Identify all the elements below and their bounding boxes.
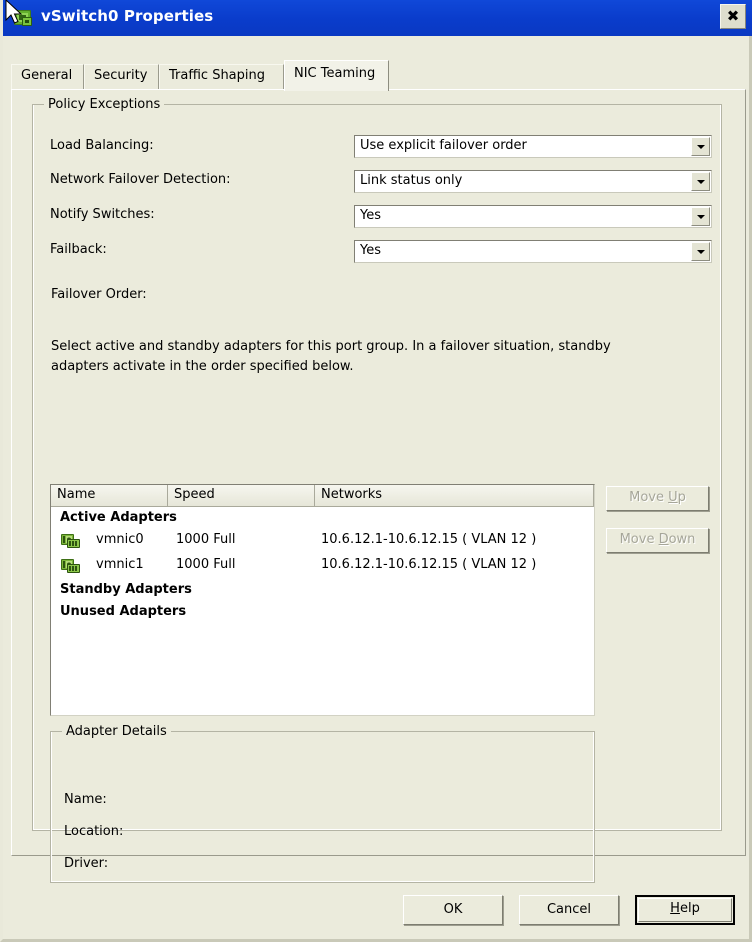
dialog-button-bar: OK Cancel Help	[3, 857, 749, 939]
tab-traffic-shaping[interactable]: Traffic Shaping	[159, 64, 284, 90]
list-group-unused-adapters: Unused Adapters	[60, 604, 187, 619]
adapter-networks: 10.6.12.1-10.6.12.15 ( VLAN 12 )	[321, 557, 537, 572]
failover-order-label: Failover Order:	[51, 287, 147, 302]
network-adapter-icon	[61, 534, 80, 548]
column-header-networks[interactable]: Networks	[315, 485, 594, 506]
tab-security[interactable]: Security	[84, 64, 159, 90]
move-down-button[interactable]: Move Down	[606, 528, 709, 553]
move-up-button[interactable]: Move Up	[606, 486, 709, 511]
column-header-speed[interactable]: Speed	[168, 485, 315, 506]
detail-location-label: Location:	[64, 824, 124, 839]
load-balancing-value: Use explicit failover order	[360, 138, 527, 153]
failback-label: Failback:	[50, 242, 107, 257]
failover-description-line2: adapters activate in the order specified…	[51, 359, 354, 374]
ok-button[interactable]: OK	[403, 895, 503, 925]
list-body: Active Adapters vmnic0 1000 Full 10.6.12…	[51, 507, 594, 623]
failover-order-list[interactable]: Name Speed Networks Active Adapters vmni…	[50, 484, 595, 716]
network-failover-detection-dropdown[interactable]: Link status only	[354, 170, 712, 193]
list-group-active-adapters: Active Adapters	[60, 510, 177, 525]
tab-traffic-shaping-label: Traffic Shaping	[169, 68, 266, 83]
detail-name-label: Name:	[64, 792, 107, 807]
table-row[interactable]: vmnic0 1000 Full 10.6.12.1-10.6.12.15 ( …	[51, 529, 594, 554]
ok-label: OK	[443, 902, 463, 917]
list-header-row: Name Speed Networks	[51, 485, 594, 507]
adapter-details-title: Adapter Details	[62, 724, 171, 739]
close-icon[interactable]: ✖	[720, 4, 746, 29]
policy-exceptions-title: Policy Exceptions	[44, 97, 165, 112]
move-up-label: Move Up	[629, 490, 686, 505]
cancel-button[interactable]: Cancel	[519, 895, 619, 925]
notify-switches-dropdown[interactable]: Yes	[354, 205, 712, 228]
dialog-window: vSwitch0 Properties ✖ General Security T…	[0, 0, 752, 942]
chevron-down-icon[interactable]	[691, 137, 710, 156]
network-adapter-icon	[61, 559, 80, 573]
chevron-down-icon[interactable]	[691, 172, 710, 191]
network-failover-detection-value: Link status only	[360, 173, 463, 188]
failback-dropdown[interactable]: Yes	[354, 240, 712, 263]
tab-strip: General Security Traffic Shaping NIC Tea…	[11, 60, 747, 91]
tab-general-label: General	[21, 68, 73, 83]
failover-description-line1: Select active and standby adapters for t…	[51, 339, 611, 354]
table-row[interactable]: vmnic1 1000 Full 10.6.12.1-10.6.12.15 ( …	[51, 554, 594, 579]
move-down-label: Move Down	[619, 532, 696, 547]
tab-security-label: Security	[94, 68, 148, 83]
notify-switches-value: Yes	[360, 208, 381, 223]
adapter-name: vmnic1	[96, 557, 144, 572]
adapter-networks: 10.6.12.1-10.6.12.15 ( VLAN 12 )	[321, 532, 537, 547]
tab-nic-teaming-label: NIC Teaming	[294, 66, 376, 81]
adapter-speed: 1000 Full	[176, 532, 236, 547]
load-balancing-label: Load Balancing:	[50, 138, 154, 153]
load-balancing-dropdown[interactable]: Use explicit failover order	[354, 135, 712, 158]
chevron-down-icon[interactable]	[691, 207, 710, 226]
tab-general[interactable]: General	[11, 64, 84, 90]
failback-value: Yes	[360, 243, 381, 258]
tab-nic-teaming[interactable]: NIC Teaming	[284, 60, 389, 91]
chevron-down-icon[interactable]	[691, 242, 710, 261]
cancel-label: Cancel	[546, 902, 592, 917]
titlebar: vSwitch0 Properties ✖	[3, 0, 752, 36]
help-label: Help	[638, 898, 732, 922]
network-failover-detection-label: Network Failover Detection:	[50, 172, 231, 187]
nic-teaming-panel: Policy Exceptions Load Balancing: Networ…	[11, 89, 746, 883]
vswitch-icon	[14, 10, 32, 26]
help-button[interactable]: Help	[635, 895, 735, 925]
list-group-standby-adapters: Standby Adapters	[60, 582, 192, 597]
window-title: vSwitch0 Properties	[41, 7, 214, 25]
close-glyph: ✖	[726, 7, 740, 25]
adapter-speed: 1000 Full	[176, 557, 236, 572]
notify-switches-label: Notify Switches:	[50, 207, 155, 222]
column-header-name[interactable]: Name	[51, 485, 168, 506]
adapter-name: vmnic0	[96, 532, 144, 547]
